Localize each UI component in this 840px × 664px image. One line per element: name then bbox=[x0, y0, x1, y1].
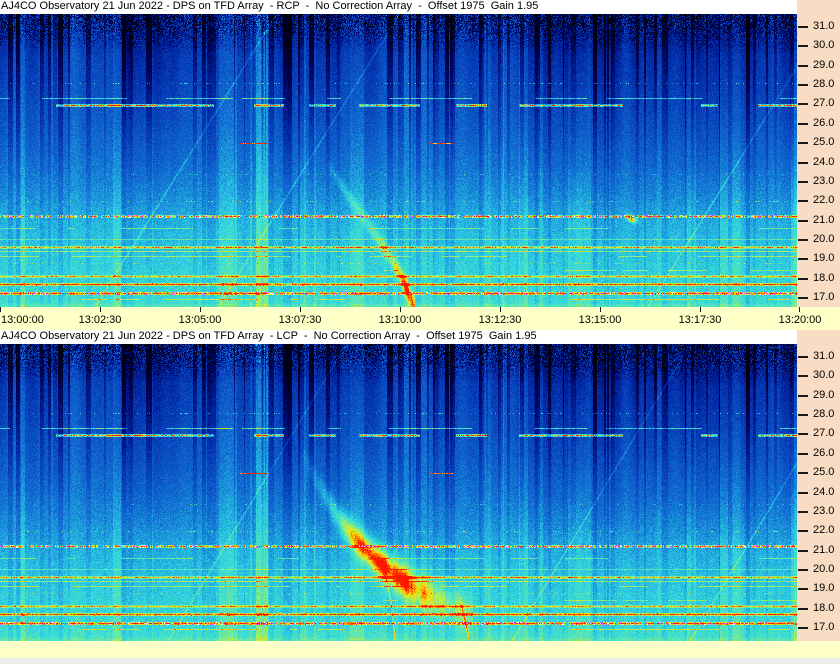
freq-tick-label: 20.0 bbox=[813, 562, 835, 575]
freq-tick-label: 28.0 bbox=[813, 78, 835, 91]
freq-tick-label: 24.0 bbox=[813, 485, 835, 498]
freq-tick bbox=[798, 122, 808, 125]
freq-tick-label: 29.0 bbox=[813, 58, 835, 71]
freq-tick-label: 22.0 bbox=[813, 524, 835, 537]
freq-tick bbox=[798, 219, 808, 222]
freq-tick-label: 27.0 bbox=[813, 427, 835, 440]
freq-tick bbox=[798, 627, 808, 630]
time-tick bbox=[0, 307, 1, 312]
freq-tick bbox=[798, 84, 808, 87]
freq-tick-label: 23.0 bbox=[813, 504, 835, 517]
freq-tick bbox=[798, 356, 808, 358]
time-tick bbox=[700, 307, 701, 312]
time-tick-label: 13:00:00 bbox=[1, 314, 44, 326]
freq-tick-label: 25.0 bbox=[813, 466, 835, 479]
freq-tick bbox=[798, 142, 808, 145]
bottom-bar bbox=[0, 658, 840, 664]
freq-tick-label: 30.0 bbox=[813, 39, 835, 52]
spectrogram-rcp bbox=[0, 14, 797, 307]
freq-tick bbox=[798, 491, 808, 494]
freq-tick-label: 20.0 bbox=[813, 232, 835, 245]
time-tick-label: 13:05:00 bbox=[178, 314, 222, 326]
freq-tick-label: 21.0 bbox=[813, 213, 835, 226]
freq-tick bbox=[798, 588, 808, 591]
freq-tick bbox=[798, 530, 808, 533]
freq-tick-label: 19.0 bbox=[813, 252, 835, 265]
freq-tick bbox=[798, 103, 808, 106]
freq-tick bbox=[798, 607, 808, 610]
time-tick bbox=[200, 307, 201, 312]
freq-tick bbox=[798, 277, 808, 280]
time-tick-label: 13:10:00 bbox=[378, 314, 422, 326]
time-tick-label: 13:12:30 bbox=[478, 314, 522, 326]
freq-tick-label: 28.0 bbox=[813, 408, 835, 421]
freq-tick bbox=[798, 238, 808, 241]
panel-title-rcp: AJ4CO Observatory 21 Jun 2022 - DPS on T… bbox=[0, 0, 797, 14]
freq-tick bbox=[798, 64, 808, 67]
freq-tick-label: 17.0 bbox=[813, 621, 835, 634]
time-tick bbox=[799, 307, 800, 312]
time-tick-label: 13:07:30 bbox=[278, 314, 322, 326]
bottom-time-strip bbox=[0, 641, 840, 658]
freq-tick-label: 27.0 bbox=[813, 97, 835, 110]
freq-tick-label: 19.0 bbox=[813, 582, 835, 595]
freq-tick bbox=[798, 394, 808, 397]
freq-tick bbox=[798, 200, 808, 203]
freq-tick bbox=[798, 510, 808, 513]
freq-tick bbox=[798, 568, 808, 571]
freq-tick-label: 25.0 bbox=[813, 136, 835, 149]
freq-tick-label: 24.0 bbox=[813, 155, 835, 168]
panel-title-lcp: AJ4CO Observatory 21 Jun 2022 - DPS on T… bbox=[0, 330, 797, 344]
freq-tick bbox=[798, 161, 808, 164]
time-axis: 13:00:00 13:02:30 13:05:00 13:07:30 13:10:00… bbox=[0, 307, 840, 330]
freq-tick bbox=[798, 258, 808, 261]
freq-tick-label: 31.0 bbox=[813, 350, 835, 362]
time-tick-label: 13:02:30 bbox=[78, 314, 122, 326]
freq-tick-label: 23.0 bbox=[813, 174, 835, 187]
time-tick bbox=[600, 307, 601, 312]
freq-tick-label: 31.0 bbox=[813, 20, 835, 32]
freq-tick-label: 22.0 bbox=[813, 194, 835, 207]
spectrograph-window: AJ4CO Observatory 21 Jun 2022 - DPS on T… bbox=[0, 0, 840, 664]
freq-tick-label: 21.0 bbox=[813, 543, 835, 556]
freq-tick-label: 30.0 bbox=[813, 369, 835, 382]
time-tick bbox=[300, 307, 301, 312]
time-tick-label: 13:15:00 bbox=[578, 314, 622, 326]
freq-tick bbox=[798, 297, 808, 300]
freq-tick-label: 29.0 bbox=[813, 388, 835, 401]
time-tick bbox=[100, 307, 101, 312]
freq-tick bbox=[798, 45, 808, 48]
freq-tick bbox=[798, 452, 808, 455]
freq-tick bbox=[798, 472, 808, 475]
time-tick-label: 13:20:00 bbox=[778, 314, 822, 326]
freq-tick bbox=[798, 433, 808, 436]
freq-tick-label: 18.0 bbox=[813, 271, 835, 284]
freq-tick bbox=[798, 375, 808, 378]
time-tick-label: 13:17:30 bbox=[678, 314, 722, 326]
freq-tick-label: 17.0 bbox=[813, 291, 835, 304]
freq-tick-label: 26.0 bbox=[813, 446, 835, 459]
freq-tick-label: 26.0 bbox=[813, 116, 835, 129]
time-tick bbox=[500, 307, 501, 312]
freq-tick bbox=[798, 26, 808, 28]
freq-tick bbox=[798, 414, 808, 417]
freq-tick-label: 18.0 bbox=[813, 601, 835, 614]
spectrogram-lcp bbox=[0, 344, 797, 641]
time-tick bbox=[400, 307, 401, 312]
freq-tick bbox=[798, 549, 808, 552]
freq-tick bbox=[798, 180, 808, 183]
